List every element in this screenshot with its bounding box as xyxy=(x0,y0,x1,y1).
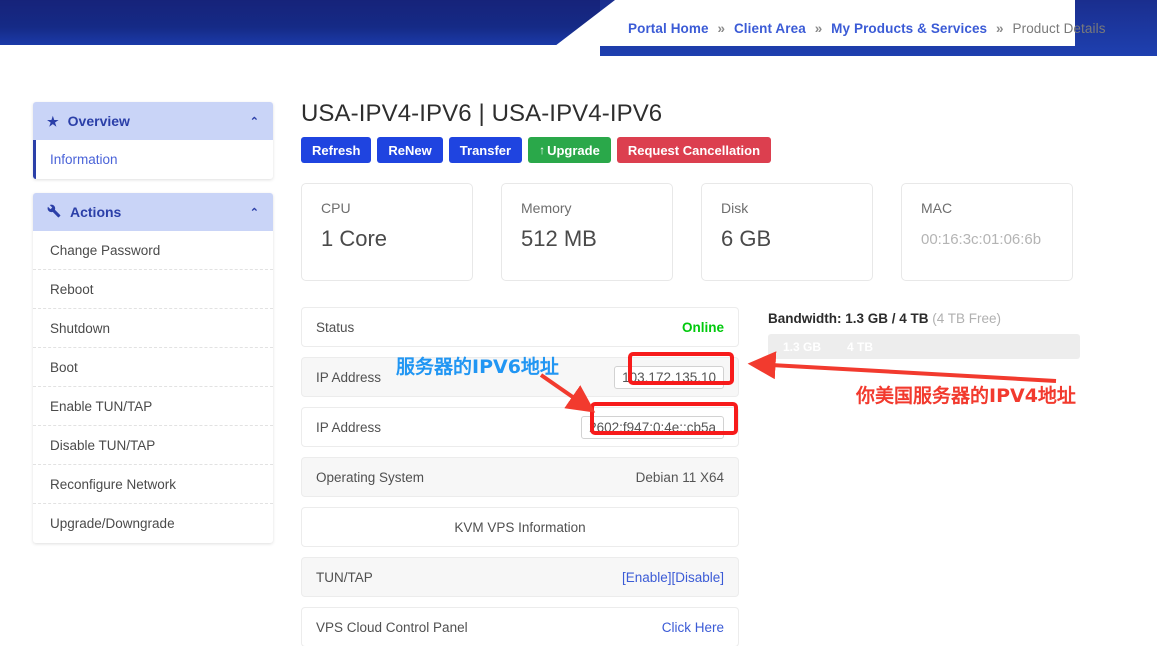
sidebar-item-shutdown[interactable]: Shutdown xyxy=(33,309,273,348)
breadcrumb-separator: » xyxy=(814,21,823,36)
star-icon: ★ xyxy=(47,113,59,129)
header-band-left xyxy=(0,0,620,45)
detail-label: TUN/TAP xyxy=(316,569,373,585)
details-and-bandwidth: Status Online IP Address 103.172.135.10 … xyxy=(301,307,1091,646)
sidebar-item-enable-tun-tap[interactable]: Enable TUN/TAP xyxy=(33,387,273,426)
sidebar-item-reboot[interactable]: Reboot xyxy=(33,270,273,309)
bandwidth-free-text: (4 TB Free) xyxy=(932,311,1002,326)
detail-label: IP Address xyxy=(316,419,382,435)
main-content: USA-IPV4-IPV6 | USA-IPV4-IPV6 Refresh Re… xyxy=(301,100,1091,646)
sidebar-item-label: Information xyxy=(50,152,118,167)
sidebar-item-change-password[interactable]: Change Password xyxy=(33,231,273,270)
sidebar-item-label: Change Password xyxy=(50,242,161,258)
ipv6-address-value[interactable]: 2602:f947:0:4e::cb5a xyxy=(581,415,724,439)
breadcrumb-client-area[interactable]: Client Area xyxy=(734,21,806,36)
bandwidth-progress-bar: 1.3 GB 4 TB xyxy=(768,334,1080,359)
sidebar-item-label: Upgrade/Downgrade xyxy=(50,516,175,531)
sidebar-item-label: Boot xyxy=(50,359,78,375)
detail-row-vps-cloud-control-panel: VPS Cloud Control Panel Click Here xyxy=(301,607,739,646)
detail-row-ip-address-v4: IP Address 103.172.135.10 xyxy=(301,357,739,397)
stat-card-label: MAC xyxy=(921,200,953,216)
stat-card-label: CPU xyxy=(321,200,351,216)
breadcrumb-separator: » xyxy=(996,21,1004,36)
request-cancellation-button[interactable]: Request Cancellation xyxy=(616,137,772,163)
stat-card-value: 512 MB xyxy=(521,226,597,251)
detail-row-status: Status Online xyxy=(301,307,739,347)
action-button-row: Refresh ReNew Transfer ↑ Upgrade Request… xyxy=(301,137,1091,163)
sidebar-header-actions[interactable]: Actions ⌃ xyxy=(33,193,273,231)
detail-label: IP Address xyxy=(316,369,382,385)
stat-card-value: 1 Core xyxy=(321,226,388,251)
sidebar-panel-actions: Actions ⌃ Change Password Reboot Shutdow… xyxy=(33,193,273,543)
stat-card-disk: Disk 6 GB xyxy=(701,183,873,281)
breadcrumb-separator: » xyxy=(717,21,726,36)
sidebar-item-boot[interactable]: Boot xyxy=(33,348,273,387)
stat-card-cpu: CPU 1 Core xyxy=(301,183,473,281)
ipv4-address-value[interactable]: 103.172.135.10 xyxy=(614,365,724,389)
sidebar-item-label: Reboot xyxy=(50,281,94,297)
sidebar-item-label: Enable TUN/TAP xyxy=(50,398,153,414)
sidebar-header-overview[interactable]: ★ Overview ⌃ xyxy=(33,102,273,140)
sidebar-item-label: Shutdown xyxy=(50,320,111,336)
chevron-up-icon[interactable]: ⌃ xyxy=(250,115,259,128)
sidebar-item-label: Disable TUN/TAP xyxy=(50,437,156,453)
sidebar-header-label: Actions xyxy=(70,204,122,220)
detail-label: Operating System xyxy=(316,469,425,485)
renew-button[interactable]: ReNew xyxy=(377,137,443,163)
stat-card-mac: MAC 00:16:3c:01:06:6b xyxy=(901,183,1073,281)
upgrade-button-label: Upgrade xyxy=(547,142,600,158)
stat-card-memory: Memory 512 MB xyxy=(501,183,673,281)
sidebar-item-upgrade-downgrade[interactable]: Upgrade/Downgrade xyxy=(33,504,273,543)
bandwidth-usage-text: Bandwidth: 1.3 GB / 4 TB xyxy=(768,311,929,326)
sidebar-item-information[interactable]: Information xyxy=(33,140,273,179)
page-root: Portal Home » Client Area » My Products … xyxy=(0,0,1157,646)
bandwidth-section: Bandwidth: 1.3 GB / 4 TB (4 TB Free) 1.3… xyxy=(768,307,1088,646)
detail-row-tun-tap: TUN/TAP [Enable][Disable] xyxy=(301,557,739,597)
detail-label: KVM VPS Information xyxy=(454,519,586,535)
detail-row-ip-address-v6: IP Address 2602:f947:0:4e::cb5a xyxy=(301,407,739,447)
wrench-icon xyxy=(47,204,61,220)
transfer-button[interactable]: Transfer xyxy=(448,137,523,163)
site-header: Portal Home » Client Area » My Products … xyxy=(0,0,1157,56)
bandwidth-used-label: 1.3 GB xyxy=(783,339,822,354)
detail-value: Debian 11 X64 xyxy=(635,469,724,485)
details-row-list: Status Online IP Address 103.172.135.10 … xyxy=(301,307,739,646)
sidebar-item-disable-tun-tap[interactable]: Disable TUN/TAP xyxy=(33,426,273,465)
stat-card-label: Memory xyxy=(521,200,572,216)
arrow-up-icon: ↑ xyxy=(539,143,546,157)
stat-card-label: Disk xyxy=(721,200,749,216)
stat-card-group: CPU 1 Core Memory 512 MB Disk 6 GB MAC 0… xyxy=(301,183,1091,281)
sidebar-item-label: Reconfigure Network xyxy=(50,476,177,492)
sidebar-panel-overview: ★ Overview ⌃ Information xyxy=(33,102,273,179)
refresh-button[interactable]: Refresh xyxy=(301,137,372,163)
detail-label: Status xyxy=(316,319,355,335)
breadcrumb-my-products-services[interactable]: My Products & Services xyxy=(831,21,987,36)
breadcrumb: Portal Home » Client Area » My Products … xyxy=(628,21,1106,36)
detail-row-kvm-vps-information[interactable]: KVM VPS Information xyxy=(301,507,739,547)
bandwidth-total-label: 4 TB xyxy=(847,339,874,354)
control-panel-link[interactable]: Click Here xyxy=(662,620,724,635)
detail-row-operating-system: Operating System Debian 11 X64 xyxy=(301,457,739,497)
detail-label: VPS Cloud Control Panel xyxy=(316,619,468,635)
bandwidth-title: Bandwidth: 1.3 GB / 4 TB (4 TB Free) xyxy=(768,311,1088,326)
stat-card-value: 00:16:3c:01:06:6b xyxy=(921,231,1042,248)
breadcrumb-portal-home[interactable]: Portal Home xyxy=(628,21,709,36)
upgrade-button[interactable]: ↑ Upgrade xyxy=(528,137,611,163)
tun-tap-toggle-links[interactable]: [Enable][Disable] xyxy=(622,570,724,585)
breadcrumb-product-details: Product Details xyxy=(1012,21,1106,36)
status-badge: Online xyxy=(681,319,724,335)
sidebar-header-label: Overview xyxy=(67,113,130,129)
chevron-up-icon[interactable]: ⌃ xyxy=(250,206,259,219)
sidebar: ★ Overview ⌃ Information Actions ⌃ Chang… xyxy=(33,102,273,557)
sidebar-item-reconfigure-network[interactable]: Reconfigure Network xyxy=(33,465,273,504)
page-title: USA-IPV4-IPV6 | USA-IPV4-IPV6 xyxy=(301,100,663,127)
stat-card-value: 6 GB xyxy=(721,226,772,251)
